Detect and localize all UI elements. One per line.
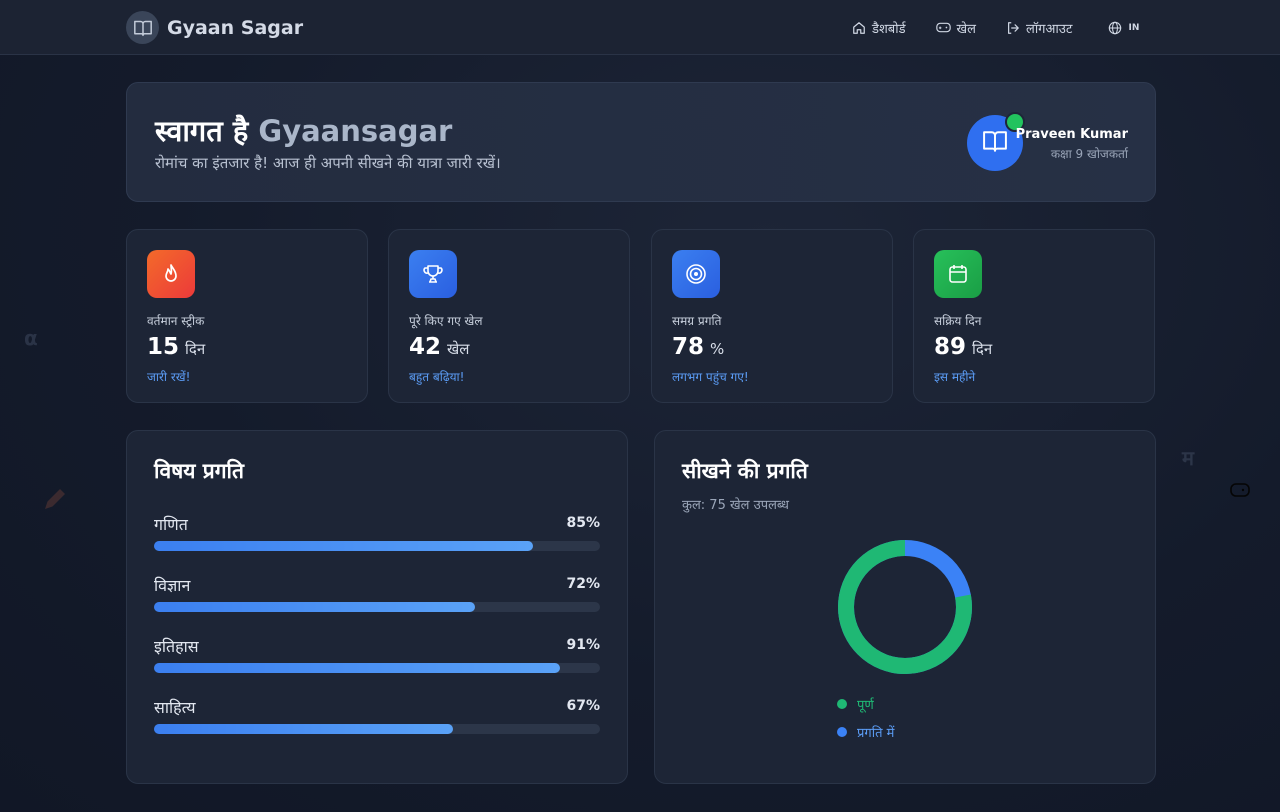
donut-chart — [838, 540, 972, 674]
subject-row: इतिहास 91% — [154, 635, 600, 673]
subject-row: गणित 85% — [154, 513, 600, 551]
decorative-alpha-glyph: α — [24, 326, 38, 350]
book-open-icon — [981, 129, 1009, 157]
legend-dot — [837, 727, 847, 737]
stat-number: 15 — [147, 334, 180, 360]
top-navbar: Gyaan Sagar डैशबोर्ड खेल लॉगआउट IN — [0, 0, 1280, 55]
stat-unit: खेल — [447, 340, 470, 358]
legend-label: पूर्ण — [857, 698, 874, 713]
subject-row: साहित्य 67% — [154, 696, 600, 734]
calendar-icon — [934, 250, 982, 298]
progress-bar-fill — [154, 724, 453, 734]
subject-percent: 85% — [566, 515, 600, 531]
stat-value: 15 दिन — [147, 334, 205, 360]
stat-card-active-days: सक्रिय दिन 89 दिन इस महीने — [913, 229, 1155, 403]
subject-percent: 67% — [566, 698, 600, 714]
progress-bar-track — [154, 724, 600, 734]
legend-dot — [837, 699, 847, 709]
legend-item-in-progress: प्रगति में — [837, 723, 894, 741]
brand[interactable]: Gyaan Sagar — [126, 11, 303, 44]
welcome-subtitle: रोमांच का इंतजार है! आज ही अपनी सीखने की… — [155, 154, 501, 172]
progress-bar-track — [154, 541, 600, 551]
subject-progress-panel: विषय प्रगति गणित 85% विज्ञान 72% इतिहास … — [126, 430, 628, 784]
user-name: Praveen Kumar — [1015, 127, 1128, 142]
user-class: कक्षा 9 खोजकर्ता — [1050, 147, 1128, 161]
nav-logout-label: लॉगआउट — [1026, 21, 1073, 37]
progress-bar-fill — [154, 663, 560, 673]
nav-dashboard[interactable]: डैशबोर्ड — [852, 19, 906, 37]
logout-icon — [1006, 21, 1020, 35]
progress-bar-fill — [154, 541, 534, 551]
stat-number: 78 — [672, 334, 705, 360]
stat-number: 42 — [409, 334, 442, 360]
stat-note: इस महीने — [934, 370, 976, 384]
decorative-gamepad-icon — [1230, 482, 1250, 502]
subject-percent: 72% — [566, 576, 600, 592]
stat-note: जारी रखें! — [147, 370, 191, 384]
gamepad-icon — [935, 21, 951, 34]
stat-card-streak: वर्तमान स्ट्रीक 15 दिन जारी रखें! — [126, 229, 368, 403]
legend-item-completed: पूर्ण — [837, 695, 894, 713]
donut-legend: पूर्ण प्रगति में — [837, 695, 894, 751]
stat-label: वर्तमान स्ट्रीक — [147, 314, 205, 328]
panel-title: विषय प्रगति — [154, 459, 244, 483]
stat-card-games: पूरे किए गए खेल 42 खेल बहुत बढ़िया! — [388, 229, 630, 403]
subject-name: साहित्य — [154, 698, 196, 717]
nav-games-label: खेल — [956, 21, 976, 37]
stat-unit: दिन — [185, 340, 206, 358]
book-icon — [126, 11, 159, 44]
progress-bar-fill — [154, 602, 476, 612]
stat-number: 89 — [934, 334, 967, 360]
subject-name: इतिहास — [154, 637, 199, 656]
decorative-glyph: म — [1182, 446, 1194, 470]
subject-percent: 91% — [566, 637, 600, 653]
home-icon — [852, 21, 866, 35]
progress-bar-track — [154, 602, 600, 612]
stat-unit: % — [710, 340, 725, 358]
subject-row: विज्ञान 72% — [154, 574, 600, 612]
welcome-title-brand: Gyaansagar — [258, 114, 453, 148]
progress-bar-track — [154, 663, 600, 673]
stat-value: 78 % — [672, 334, 724, 360]
decorative-pencil-icon — [40, 484, 70, 518]
welcome-title-prefix: स्वागत है — [155, 114, 249, 148]
stat-card-progress: समग्र प्रगति 78 % लगभग पहुंच गए! — [651, 229, 893, 403]
language-code: IN — [1128, 22, 1140, 33]
welcome-title: स्वागत है Gyaansagar — [155, 111, 452, 150]
stat-label: पूरे किए गए खेल — [409, 314, 483, 328]
panel-title: सीखने की प्रगति — [682, 459, 808, 483]
stat-value: 42 खेल — [409, 334, 469, 360]
stat-unit: दिन — [972, 340, 993, 358]
legend-label: प्रगति में — [857, 726, 895, 741]
nav-logout[interactable]: लॉगआउट — [1006, 19, 1072, 37]
main-nav: डैशबोर्ड खेल लॉगआउट IN — [852, 0, 1139, 55]
stat-note: लगभग पहुंच गए! — [672, 370, 749, 384]
stat-label: समग्र प्रगति — [672, 314, 722, 328]
brand-name: Gyaan Sagar — [167, 16, 304, 39]
stat-note: बहुत बढ़िया! — [409, 370, 465, 384]
trophy-icon — [409, 250, 457, 298]
language-selector[interactable]: IN — [1108, 21, 1139, 35]
flame-icon — [147, 250, 195, 298]
globe-icon — [1108, 21, 1122, 35]
stat-label: सक्रिय दिन — [934, 314, 982, 328]
subject-name: गणित — [154, 515, 188, 534]
stat-value: 89 दिन — [934, 334, 992, 360]
learning-progress-panel: सीखने की प्रगति कुल: 75 खेल उपलब्ध पूर्ण… — [654, 430, 1156, 784]
nav-games[interactable]: खेल — [935, 19, 976, 37]
target-icon — [672, 250, 720, 298]
welcome-card: स्वागत है Gyaansagar रोमांच का इंतजार है… — [126, 82, 1156, 202]
nav-dashboard-label: डैशबोर्ड — [872, 21, 906, 37]
subject-name: विज्ञान — [154, 576, 191, 595]
learning-subtitle: कुल: 75 खेल उपलब्ध — [682, 498, 789, 513]
